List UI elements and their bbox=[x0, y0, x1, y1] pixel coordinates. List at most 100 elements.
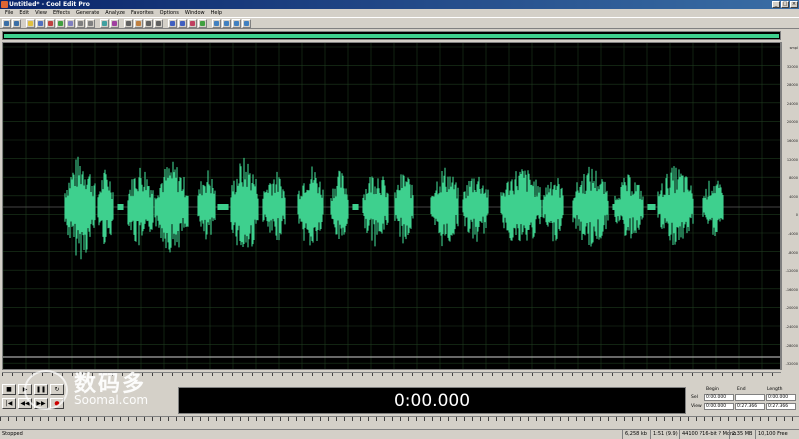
zoom-in-button[interactable] bbox=[168, 18, 177, 28]
time-tick bbox=[722, 373, 723, 376]
menu-favorites[interactable]: Favorites bbox=[128, 9, 157, 17]
marker-button[interactable] bbox=[144, 18, 153, 28]
menu-help[interactable]: Help bbox=[208, 9, 225, 17]
menu-generate[interactable]: Generate bbox=[73, 9, 102, 17]
waveform-view-icon bbox=[4, 20, 9, 26]
time-tick bbox=[452, 373, 453, 376]
menu-edit[interactable]: Edit bbox=[16, 9, 32, 17]
level-tick bbox=[24, 417, 25, 421]
menu-analyze[interactable]: Analyze bbox=[102, 9, 128, 17]
cue-list-button[interactable] bbox=[154, 18, 163, 28]
level-tick bbox=[552, 417, 553, 421]
spectrum-button[interactable] bbox=[188, 18, 197, 28]
maximize-button[interactable]: □ bbox=[781, 1, 789, 8]
spectral-view-button[interactable] bbox=[124, 18, 133, 28]
view-label: View bbox=[691, 404, 702, 409]
trim-button[interactable] bbox=[100, 18, 109, 28]
level-tick bbox=[600, 417, 601, 421]
minimize-button[interactable]: _ bbox=[772, 1, 780, 8]
overview-bar[interactable] bbox=[2, 31, 781, 40]
time-tick bbox=[352, 373, 353, 376]
level-tick bbox=[712, 417, 713, 421]
menu-window[interactable]: Window bbox=[182, 9, 208, 17]
time-tick bbox=[252, 373, 253, 376]
window-title: Untitled* - Cool Edit Pro bbox=[9, 1, 90, 8]
time-tick bbox=[282, 373, 283, 376]
level-tick bbox=[672, 417, 673, 421]
level-tick bbox=[16, 417, 17, 421]
menu-view[interactable]: View bbox=[32, 9, 50, 17]
amplitude-tick-label: -8000 bbox=[787, 250, 798, 255]
level-tick bbox=[448, 417, 449, 421]
level-tick bbox=[40, 417, 41, 421]
amplitude-tick-label: -24000 bbox=[785, 325, 798, 329]
menu-bar: File Edit View Effects Generate Analyze Favori… bbox=[0, 9, 799, 17]
time-tick bbox=[652, 373, 653, 376]
time-tick bbox=[552, 373, 553, 376]
level-tick bbox=[392, 417, 393, 421]
level-tick bbox=[120, 417, 121, 421]
cue-list-icon bbox=[156, 20, 161, 26]
batch-button[interactable] bbox=[212, 18, 221, 28]
view-length-field[interactable]: 0:27.366 bbox=[766, 403, 796, 410]
waveform-canvas[interactable] bbox=[3, 43, 780, 369]
cut-button[interactable] bbox=[46, 18, 55, 28]
level-tick bbox=[752, 417, 753, 421]
level-tick bbox=[240, 417, 241, 421]
redo-button[interactable] bbox=[86, 18, 95, 28]
waveform-view-button[interactable] bbox=[2, 18, 11, 28]
amplitude-tick-label: -12000 bbox=[785, 269, 798, 274]
title-bar[interactable]: Untitled* - Cool Edit Pro _ □ × bbox=[0, 0, 799, 9]
level-tick bbox=[112, 417, 113, 421]
level-tick bbox=[184, 417, 185, 421]
mixer-icon bbox=[200, 20, 205, 26]
view-begin-field[interactable]: 0:00.000 bbox=[704, 403, 734, 410]
open-folder-button[interactable] bbox=[26, 18, 35, 28]
save-button[interactable] bbox=[36, 18, 45, 28]
toolbar-separator bbox=[96, 19, 99, 28]
zoom-out-button[interactable] bbox=[178, 18, 187, 28]
level-tick bbox=[296, 417, 297, 421]
waveform-display[interactable] bbox=[2, 42, 781, 370]
menu-file[interactable]: File bbox=[2, 9, 16, 17]
level-tick bbox=[560, 417, 561, 421]
paste-button[interactable] bbox=[66, 18, 75, 28]
level-tick bbox=[496, 417, 497, 421]
multitrack-view-button[interactable] bbox=[12, 18, 21, 28]
menu-effects[interactable]: Effects bbox=[50, 9, 73, 17]
menu-options[interactable]: Options bbox=[157, 9, 182, 17]
sel-length-field[interactable]: 0:00.000 bbox=[766, 394, 796, 401]
level-tick bbox=[656, 417, 657, 421]
sel-begin-field[interactable]: 0:00.000 bbox=[704, 394, 734, 401]
level-tick bbox=[568, 417, 569, 421]
level-tick bbox=[304, 417, 305, 421]
time-tick bbox=[22, 373, 23, 376]
level-tick bbox=[464, 417, 465, 421]
time-tick bbox=[2, 373, 3, 376]
go-to-start-button[interactable]: |◀ bbox=[2, 398, 16, 409]
time-tick bbox=[202, 373, 203, 376]
overview-range[interactable] bbox=[4, 34, 779, 38]
script-button[interactable] bbox=[222, 18, 231, 28]
copy-button[interactable] bbox=[56, 18, 65, 28]
settings-button[interactable] bbox=[134, 18, 143, 28]
sel-end-field[interactable] bbox=[735, 394, 765, 401]
level-tick bbox=[520, 417, 521, 421]
level-tick bbox=[416, 417, 417, 421]
amplitude-tick-label: smpl bbox=[789, 46, 798, 50]
view-end-field[interactable]: 0:27.366 bbox=[735, 403, 765, 410]
level-tick bbox=[760, 417, 761, 421]
level-tick bbox=[528, 417, 529, 421]
mixer-button[interactable] bbox=[198, 18, 207, 28]
time-tick bbox=[432, 373, 433, 376]
mix-paste-button[interactable] bbox=[110, 18, 119, 28]
time-tick bbox=[712, 373, 713, 376]
close-button[interactable]: × bbox=[790, 1, 798, 8]
time-tick bbox=[592, 373, 593, 376]
stop-button[interactable]: ■ bbox=[2, 384, 16, 395]
undo-button[interactable] bbox=[76, 18, 85, 28]
time-tick bbox=[492, 373, 493, 376]
cd-button[interactable] bbox=[232, 18, 241, 28]
help-button[interactable] bbox=[242, 18, 251, 28]
time-tick bbox=[522, 373, 523, 376]
